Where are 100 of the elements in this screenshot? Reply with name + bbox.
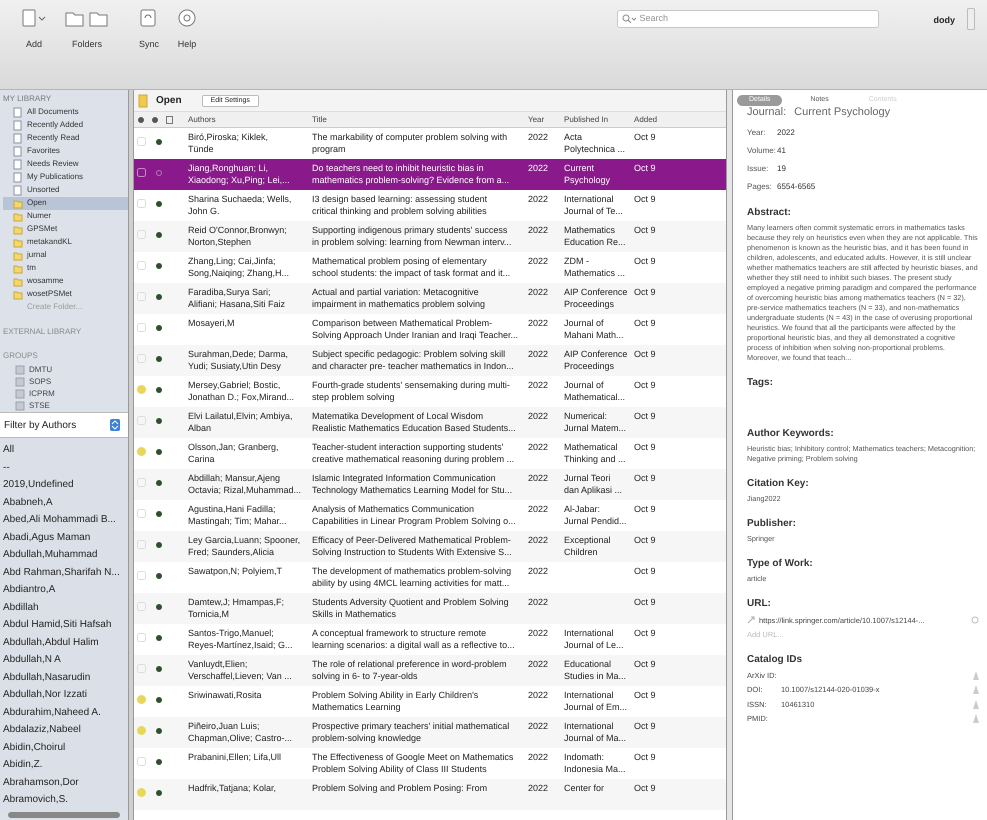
table-cell-text: 2022 xyxy=(527,410,550,422)
table-cell-text: Students Adversity Quotient and Problem Solving Skills in Mathematics xyxy=(311,596,510,620)
table-cell-text: International Journal of Ma... xyxy=(563,720,628,744)
group-item[interactable]: SOPS xyxy=(3,376,128,388)
author-item[interactable]: Abdillah xyxy=(3,598,128,616)
user-name: dody xyxy=(934,14,955,27)
table-cell-text: Biró,Piroska; Kiklek, Tünde xyxy=(187,131,270,155)
table-cell-text: Exceptional Children xyxy=(563,534,612,558)
column-header[interactable]: Added xyxy=(630,114,670,126)
table-cell-text: Islamic Integrated Information Communication Technology Mathematics Learning Model for Stu... xyxy=(311,472,514,496)
table-row[interactable]: Hadfrik,Tatjana; Kolar, Problem Solving and Problem Posing: From 2022 Center for Oct 9 xyxy=(134,779,726,810)
sidebar-item[interactable]: wosetPSMet xyxy=(3,288,128,301)
table-cell-text: 2022 xyxy=(527,565,550,577)
table-cell-text: Abdillah; Mansur,Ajeng Octavia; Rizal,Muhammad... xyxy=(187,472,302,496)
table-cell-text: Olsson,Jan; Granberg, Carina xyxy=(187,441,280,465)
table-row[interactable]: Abdillah; Mansur,Ajeng Octavia; Rizal,Muhammad... Islamic Integrated Information Communication Technology Mathematics Learning Model for Stu... 2022 Jurnal Teori dan Aplikasi ... Oct 9 xyxy=(134,469,726,500)
link-icon xyxy=(747,616,755,624)
toolbar-button[interactable]: Folders xyxy=(56,8,118,52)
author-item[interactable]: Abidin,Z. xyxy=(3,756,128,774)
folder-icon xyxy=(13,276,23,287)
search-input[interactable]: Search xyxy=(640,12,874,26)
table-cell-text: 2022 xyxy=(527,689,550,701)
author-item[interactable]: Abadi,Agus Maman xyxy=(3,528,128,546)
table-cell-text: Hadfrik,Tatjana; Kolar, xyxy=(187,782,278,794)
table-cell-text: 2022 xyxy=(527,658,550,670)
table-row[interactable]: Damtew,J; Hmampas,F; Tornicia,M Students Adversity Quotient and Problem Solving Skills in Mathematics 2022 Oct 9 xyxy=(134,593,726,624)
field-label: Year: xyxy=(747,126,766,138)
table-cell-text: 2022 xyxy=(527,286,550,298)
table-row[interactable]: Reid O'Connor,Bronwyn; Norton,Stephen Supporting indigenous primary students' success in problem solving: learning from Newman interv... 2022 Mathematics Education Re... Oct 9 xyxy=(134,221,726,252)
author-item[interactable]: Abidin,Choirul xyxy=(3,738,128,756)
table-cell-text: Fourth-grade students' sensemaking during multi- step problem solving xyxy=(311,379,511,403)
author-item[interactable]: Abdiantro,A xyxy=(3,581,128,598)
toolbar-button[interactable]: Help xyxy=(168,8,206,52)
author-item[interactable]: Abed,Ali Mohammadi B... xyxy=(3,511,128,528)
sidebar-item[interactable]: Unsorted xyxy=(3,184,128,197)
group-item[interactable]: STSE xyxy=(3,400,128,412)
table-cell-text: 2022 xyxy=(527,534,550,546)
table-cell-text: Mersey,Gabriel; Bostic, Jonathan D.; Fox,Mirand... xyxy=(187,379,296,403)
table-cell-text: 2022 xyxy=(527,317,550,329)
group-item[interactable]: ICPRM xyxy=(3,388,128,400)
author-item[interactable]: Abd Rahman,Sharifah N... xyxy=(3,564,128,581)
author-item[interactable]: Abdullah,Muhammad xyxy=(3,546,128,564)
author-item[interactable]: Abdullah,Nasarudin xyxy=(3,668,128,686)
column-header[interactable]: Title xyxy=(308,114,524,126)
sidebar-item[interactable]: My Publications xyxy=(3,170,128,184)
table-cell-text: Oct 9 xyxy=(633,317,657,329)
toolbar-button[interactable]: Add xyxy=(12,8,56,52)
sidebar-item[interactable]: Needs Review xyxy=(3,158,128,171)
author-item[interactable]: -- xyxy=(3,458,128,476)
table-cell-text: Problem Solving Ability in Early Children's Mathematics Learning xyxy=(311,689,480,713)
author-item[interactable]: Abdul Hamid,Siti Hafsah xyxy=(3,616,128,634)
table-cell-text: 2022 xyxy=(527,255,550,267)
table-row[interactable]: Surahman,Dede; Darma, Yudi; Susiaty,Utin Desy Subject specific pedagogic: Problem solving skill and character pre- teacher mathematics in Indon... 2022 AIP Conference Proceedings Oct 9 xyxy=(134,345,726,376)
field-value: 6554-6565 xyxy=(777,180,816,192)
column-header[interactable]: Year xyxy=(524,114,560,126)
table-cell-text: Oct 9 xyxy=(633,503,657,515)
sidebar-item[interactable]: Open xyxy=(3,196,128,210)
author-item[interactable]: All xyxy=(3,441,128,458)
column-header[interactable]: Authors xyxy=(184,114,308,126)
sidebar-item[interactable]: Favorites xyxy=(3,144,128,158)
table-row[interactable]: Elvi Lailatul,Elvin; Ambiya, Alban Matematika Development of Local Wisdom Realistic Mathematics Education Based Students... 2022 Numerical: Jurnal Matem... Oct 9 xyxy=(134,407,726,438)
table-row[interactable]: Vanluydt,Elien; Verschaffel,Lieven; Van ... The role of relational preference in word-problem solving in 6- to 7-year-olds 2022 Educational Studies in Ma... Oct 9 xyxy=(134,655,726,686)
sidebar-item[interactable]: tm xyxy=(3,262,128,275)
table-cell-text: Oct 9 xyxy=(633,534,657,546)
author-item[interactable]: Abramovich,S. xyxy=(3,791,128,808)
author-item[interactable]: Abdullah,Abdul Halim xyxy=(3,634,128,651)
document-icon xyxy=(13,146,23,157)
author-item[interactable]: Ababneh,A xyxy=(3,494,128,511)
author-item[interactable]: Abdalaziz,Nabeel xyxy=(3,721,128,738)
search-field[interactable]: Search xyxy=(616,10,878,28)
sidebar-item[interactable]: Recently Added xyxy=(3,118,128,132)
table-cell-text: ZDM - Mathematics ... xyxy=(563,255,626,279)
author-item[interactable]: Abdurahim,Naheed A. xyxy=(3,704,128,721)
sidebar-item[interactable]: GPSMet xyxy=(3,222,128,236)
table-cell-text: Vanluydt,Elien; Verschaffel,Lieven; Van ... xyxy=(187,658,293,682)
author-item[interactable]: Abrahamson,Dor xyxy=(3,774,128,791)
sidebar-item[interactable]: jurnal xyxy=(3,248,128,262)
table-cell-text: AIP Conference Proceedings xyxy=(563,348,628,372)
table-row[interactable]: Piñeiro,Juan Luis; Chapman,Olive; Castro-... Prospective primary teachers' initial mathematical problem-solving knowledge 2022 International Journal of Ma... Oct 9 xyxy=(134,717,726,748)
sidebar-item[interactable]: Numer xyxy=(3,210,128,223)
group-icon xyxy=(15,376,25,387)
column-header[interactable]: Published In xyxy=(560,114,630,126)
author-item[interactable]: 2019,Undefined xyxy=(3,476,128,494)
toolbar-button[interactable]: Sync xyxy=(130,8,168,52)
document-icon xyxy=(13,172,23,183)
table-row[interactable]: Ley Garcia,Luann; Spooner, Fred; Saunders,Alicia Efficacy of Peer-Delivered Mathematical Problem- Solving Instruction to Students With Extensive S... 2022 Exceptional Children Oct 9 xyxy=(134,531,726,562)
table-cell-text: Oct 9 xyxy=(633,658,657,670)
sidebar-item[interactable]: Recently Read xyxy=(3,132,128,145)
table-row[interactable]: Jiang,Ronghuan; Li, Xiaodong; Xu,Ping; Lei,... Do teachers need to inhibit heuristic bias in mathematics problem-solving? Evidence from a... 2022 Current Psychology Oct 9 xyxy=(134,159,726,190)
author-item[interactable]: Abdullah,Nor Izzati xyxy=(3,686,128,704)
group-item[interactable]: DMTU xyxy=(3,364,128,376)
author-item[interactable]: Abdullah,N A xyxy=(3,651,128,668)
sidebar-item[interactable]: All Documents xyxy=(3,106,128,119)
table-cell-text: 2022 xyxy=(527,224,550,236)
sidebar-item[interactable]: metakandKL xyxy=(3,236,128,249)
sidebar-item[interactable]: wosamme xyxy=(3,274,128,288)
table-cell-text: Sawatpon,N; Polyiem,T xyxy=(187,565,284,577)
table-row[interactable]: Faradiba,Surya Sari; Alifiani; Hasana,Siti Faiz Actual and partial variation: Metacognitive impairment in mathematics problem solving 2022 AIP Conference Proceedings Oct 9 xyxy=(134,283,726,314)
table-cell-text: Sriwinawati,Rosita xyxy=(187,689,263,701)
section-heading: EXTERNAL LIBRARY xyxy=(3,326,82,338)
